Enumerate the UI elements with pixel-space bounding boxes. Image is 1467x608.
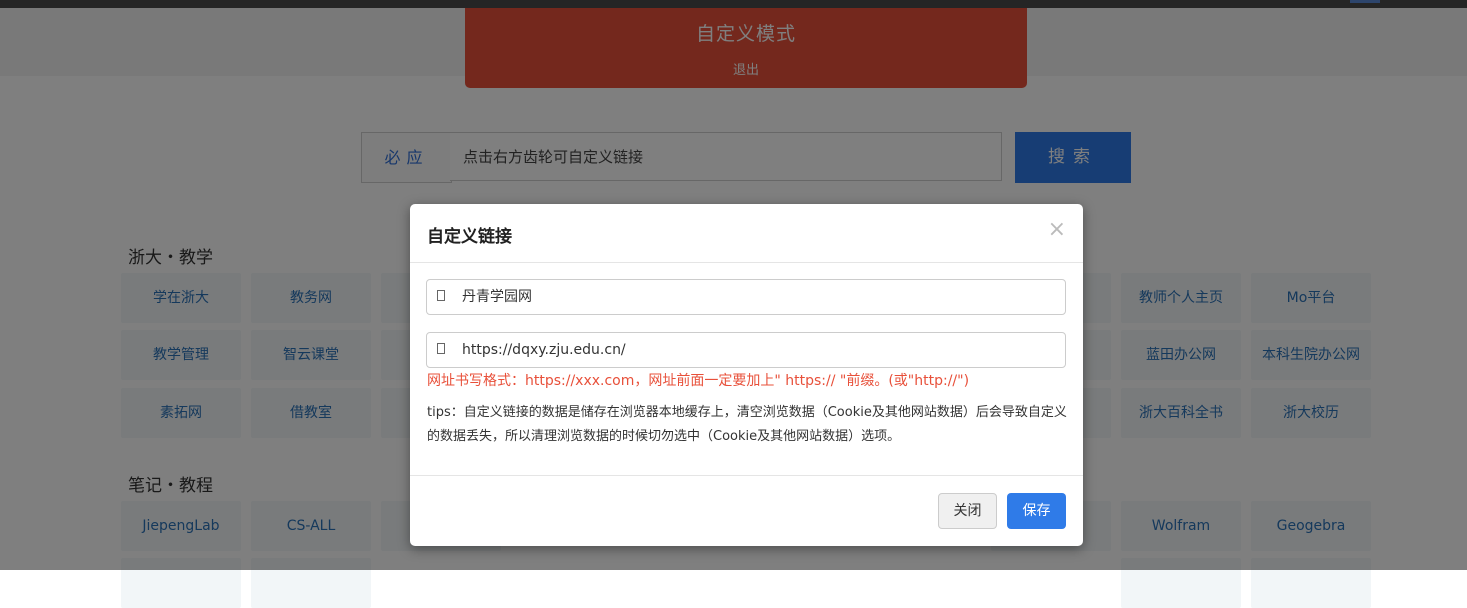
save-button[interactable]: 保存: [1007, 493, 1066, 529]
dialog-title: 自定义链接: [427, 227, 512, 247]
url-format-hint: 网址书写格式：https://xxx.com，网址前面一定要加上" https:…: [427, 373, 970, 389]
dialog-header: 自定义链接 ×: [410, 204, 1083, 263]
file-icon: [437, 290, 445, 301]
link-url-value: https://dqxy.zju.edu.cn/: [462, 342, 626, 358]
close-button[interactable]: 关闭: [938, 493, 997, 529]
link-name-field[interactable]: 丹青学园网: [426, 279, 1066, 315]
link-name-value: 丹青学园网: [462, 289, 532, 305]
close-icon[interactable]: ×: [1048, 219, 1066, 241]
link-url-field[interactable]: https://dqxy.zju.edu.cn/: [426, 332, 1066, 368]
dialog-footer: 关闭 保存: [410, 475, 1083, 547]
tips-text: tips：自定义链接的数据是储存在浏览器本地缓存上，清空浏览数据（Cookie及…: [427, 405, 1067, 444]
custom-link-dialog: 自定义链接 × 丹青学园网 https://dqxy.zju.edu.cn/ 网…: [410, 204, 1083, 546]
file-icon: [437, 343, 445, 354]
